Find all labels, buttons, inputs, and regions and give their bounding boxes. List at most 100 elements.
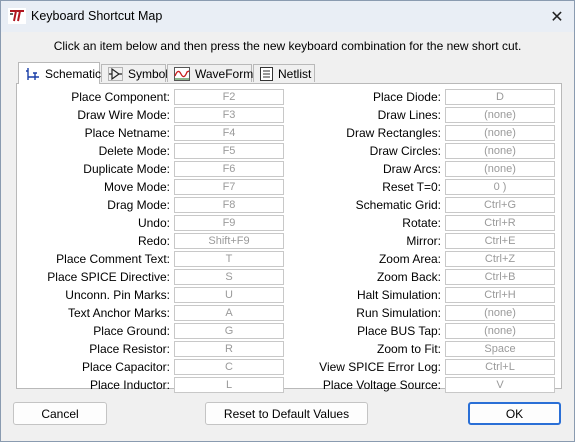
shortcut-row: Place BUS Tap: (none) — [289, 322, 555, 340]
shortcut-key-field[interactable]: F8 — [174, 197, 284, 213]
shortcut-label: Schematic Grid: — [355, 198, 441, 212]
shortcut-label: Rotate: — [402, 216, 441, 230]
shortcut-key-field[interactable]: V — [445, 377, 555, 393]
shortcut-key-field[interactable]: L — [174, 377, 284, 393]
shortcut-row: Drag Mode: F8 — [17, 196, 284, 214]
shortcut-key-field[interactable]: F9 — [174, 215, 284, 231]
shortcut-row: Place Comment Text: T — [17, 250, 284, 268]
shortcut-key-field[interactable]: G — [174, 323, 284, 339]
shortcut-key-field[interactable]: Ctrl+G — [445, 197, 555, 213]
instruction-text: Click an item below and then press the n… — [53, 39, 522, 53]
title-bar: Keyboard Shortcut Map ✕ — [1, 1, 574, 32]
shortcut-label: Place BUS Tap: — [357, 324, 441, 338]
shortcut-key-field[interactable]: A — [174, 305, 284, 321]
shortcut-row: Zoom to Fit: Space — [289, 340, 555, 358]
shortcut-key-field[interactable]: Ctrl+R — [445, 215, 555, 231]
shortcut-map-dialog: Keyboard Shortcut Map ✕ Click an item be… — [0, 0, 575, 442]
close-icon[interactable]: ✕ — [540, 1, 574, 32]
waveform-icon — [174, 66, 190, 81]
shortcut-key-field[interactable]: F5 — [174, 143, 284, 159]
shortcut-row: Place Netname: F4 — [17, 124, 284, 142]
shortcut-key-field[interactable]: Ctrl+B — [445, 269, 555, 285]
shortcut-label: Run Simulation: — [356, 306, 441, 320]
schematic-shortcuts-panel: Place Component: F2 Draw Wire Mode: F3 Place… — [16, 83, 562, 393]
shortcut-label: Place Inductor: — [89, 378, 170, 392]
shortcut-row: Redo: Shift+F9 — [17, 232, 284, 250]
shortcut-key-field[interactable]: (none) — [445, 125, 555, 141]
shortcut-label: Halt Simulation: — [356, 288, 441, 302]
ok-button[interactable]: OK — [468, 402, 561, 425]
tab-symbol[interactable]: Symbol — [101, 64, 169, 82]
shortcut-label: View SPICE Error Log: — [319, 360, 441, 374]
shortcut-row: Unconn. Pin Marks: U — [17, 286, 284, 304]
tab-label: WaveForm — [195, 66, 254, 81]
shortcut-key-field[interactable]: 0 ) — [445, 179, 555, 195]
shortcut-key-field[interactable]: (none) — [445, 323, 555, 339]
shortcut-label: Delete Mode: — [98, 144, 170, 158]
shortcut-row: Draw Arcs: (none) — [289, 160, 555, 178]
shortcut-label: Duplicate Mode: — [83, 162, 170, 176]
shortcut-key-field[interactable]: F2 — [174, 89, 284, 105]
shortcut-row: Zoom Area: Ctrl+Z — [289, 250, 555, 268]
cancel-button[interactable]: Cancel — [13, 402, 107, 425]
shortcut-key-field[interactable]: (none) — [445, 107, 555, 123]
reset-defaults-button[interactable]: Reset to Default Values — [205, 402, 368, 425]
shortcut-key-field[interactable]: S — [174, 269, 284, 285]
shortcut-key-field[interactable]: D — [445, 89, 555, 105]
shortcut-row: Zoom Back: Ctrl+B — [289, 268, 555, 286]
shortcut-key-field[interactable]: F4 — [174, 125, 284, 141]
shortcut-row: Rotate: Ctrl+R — [289, 214, 555, 232]
shortcut-row: Draw Wire Mode: F3 — [17, 106, 284, 124]
app-logo-icon — [8, 8, 26, 24]
tab-schematic[interactable]: Schematic — [18, 62, 102, 84]
shortcut-key-field[interactable]: T — [174, 251, 284, 267]
shortcut-label: Reset T=0: — [382, 180, 441, 194]
shortcut-label: Place Capacitor: — [81, 360, 170, 374]
shortcut-label: Zoom Back: — [376, 270, 441, 284]
shortcut-label: Place Component: — [71, 90, 170, 104]
shortcut-label: Place Resistor: — [89, 342, 170, 356]
shortcut-label: Place SPICE Directive: — [47, 270, 170, 284]
shortcut-label: Redo: — [137, 234, 170, 248]
shortcut-label: Place Voltage Source: — [322, 378, 441, 392]
shortcut-key-field[interactable]: F3 — [174, 107, 284, 123]
shortcut-key-field[interactable]: Shift+F9 — [174, 233, 284, 249]
shortcut-key-field[interactable]: (none) — [445, 305, 555, 321]
shortcut-label: Place Netname: — [84, 126, 170, 140]
shortcut-row: Schematic Grid: Ctrl+G — [289, 196, 555, 214]
tab-label: Schematic — [45, 66, 102, 81]
shortcut-key-field[interactable]: (none) — [445, 161, 555, 177]
netlist-icon — [260, 66, 273, 81]
shortcut-row: Place Resistor: R — [17, 340, 284, 358]
tab-label: Symbol — [128, 66, 169, 81]
shortcut-row: Move Mode: F7 — [17, 178, 284, 196]
shortcut-key-field[interactable]: R — [174, 341, 284, 357]
shortcut-label: Draw Rectangles: — [346, 126, 441, 140]
shortcut-label: Draw Lines: — [377, 108, 441, 122]
shortcut-row: Place Capacitor: C — [17, 358, 284, 376]
shortcut-key-field[interactable]: F6 — [174, 161, 284, 177]
shortcut-key-field[interactable]: Ctrl+E — [445, 233, 555, 249]
shortcut-key-field[interactable]: Ctrl+Z — [445, 251, 555, 267]
shortcut-row: Place Diode: D — [289, 88, 555, 106]
tab-netlist[interactable]: Netlist — [253, 64, 315, 82]
shortcut-row: Draw Rectangles: (none) — [289, 124, 555, 142]
shortcut-label: Draw Wire Mode: — [77, 108, 170, 122]
shortcut-label: Zoom Area: — [378, 252, 441, 266]
tab-waveform[interactable]: WaveForm — [167, 64, 254, 82]
shortcut-key-field[interactable]: F7 — [174, 179, 284, 195]
shortcut-label: Drag Mode: — [107, 198, 170, 212]
shortcut-row: Draw Lines: (none) — [289, 106, 555, 124]
shortcut-label: Move Mode: — [103, 180, 170, 194]
shortcut-row: Run Simulation: (none) — [289, 304, 555, 322]
shortcut-key-field[interactable]: Space — [445, 341, 555, 357]
shortcut-row: Text Anchor Marks: A — [17, 304, 284, 322]
shortcut-key-field[interactable]: U — [174, 287, 284, 303]
shortcut-key-field[interactable]: Ctrl+H — [445, 287, 555, 303]
shortcut-row: Halt Simulation: Ctrl+H — [289, 286, 555, 304]
shortcut-row: Place Voltage Source: V — [289, 376, 555, 394]
shortcut-key-field[interactable]: (none) — [445, 143, 555, 159]
shortcut-row: Mirror: Ctrl+E — [289, 232, 555, 250]
shortcut-key-field[interactable]: C — [174, 359, 284, 375]
shortcut-key-field[interactable]: Ctrl+L — [445, 359, 555, 375]
